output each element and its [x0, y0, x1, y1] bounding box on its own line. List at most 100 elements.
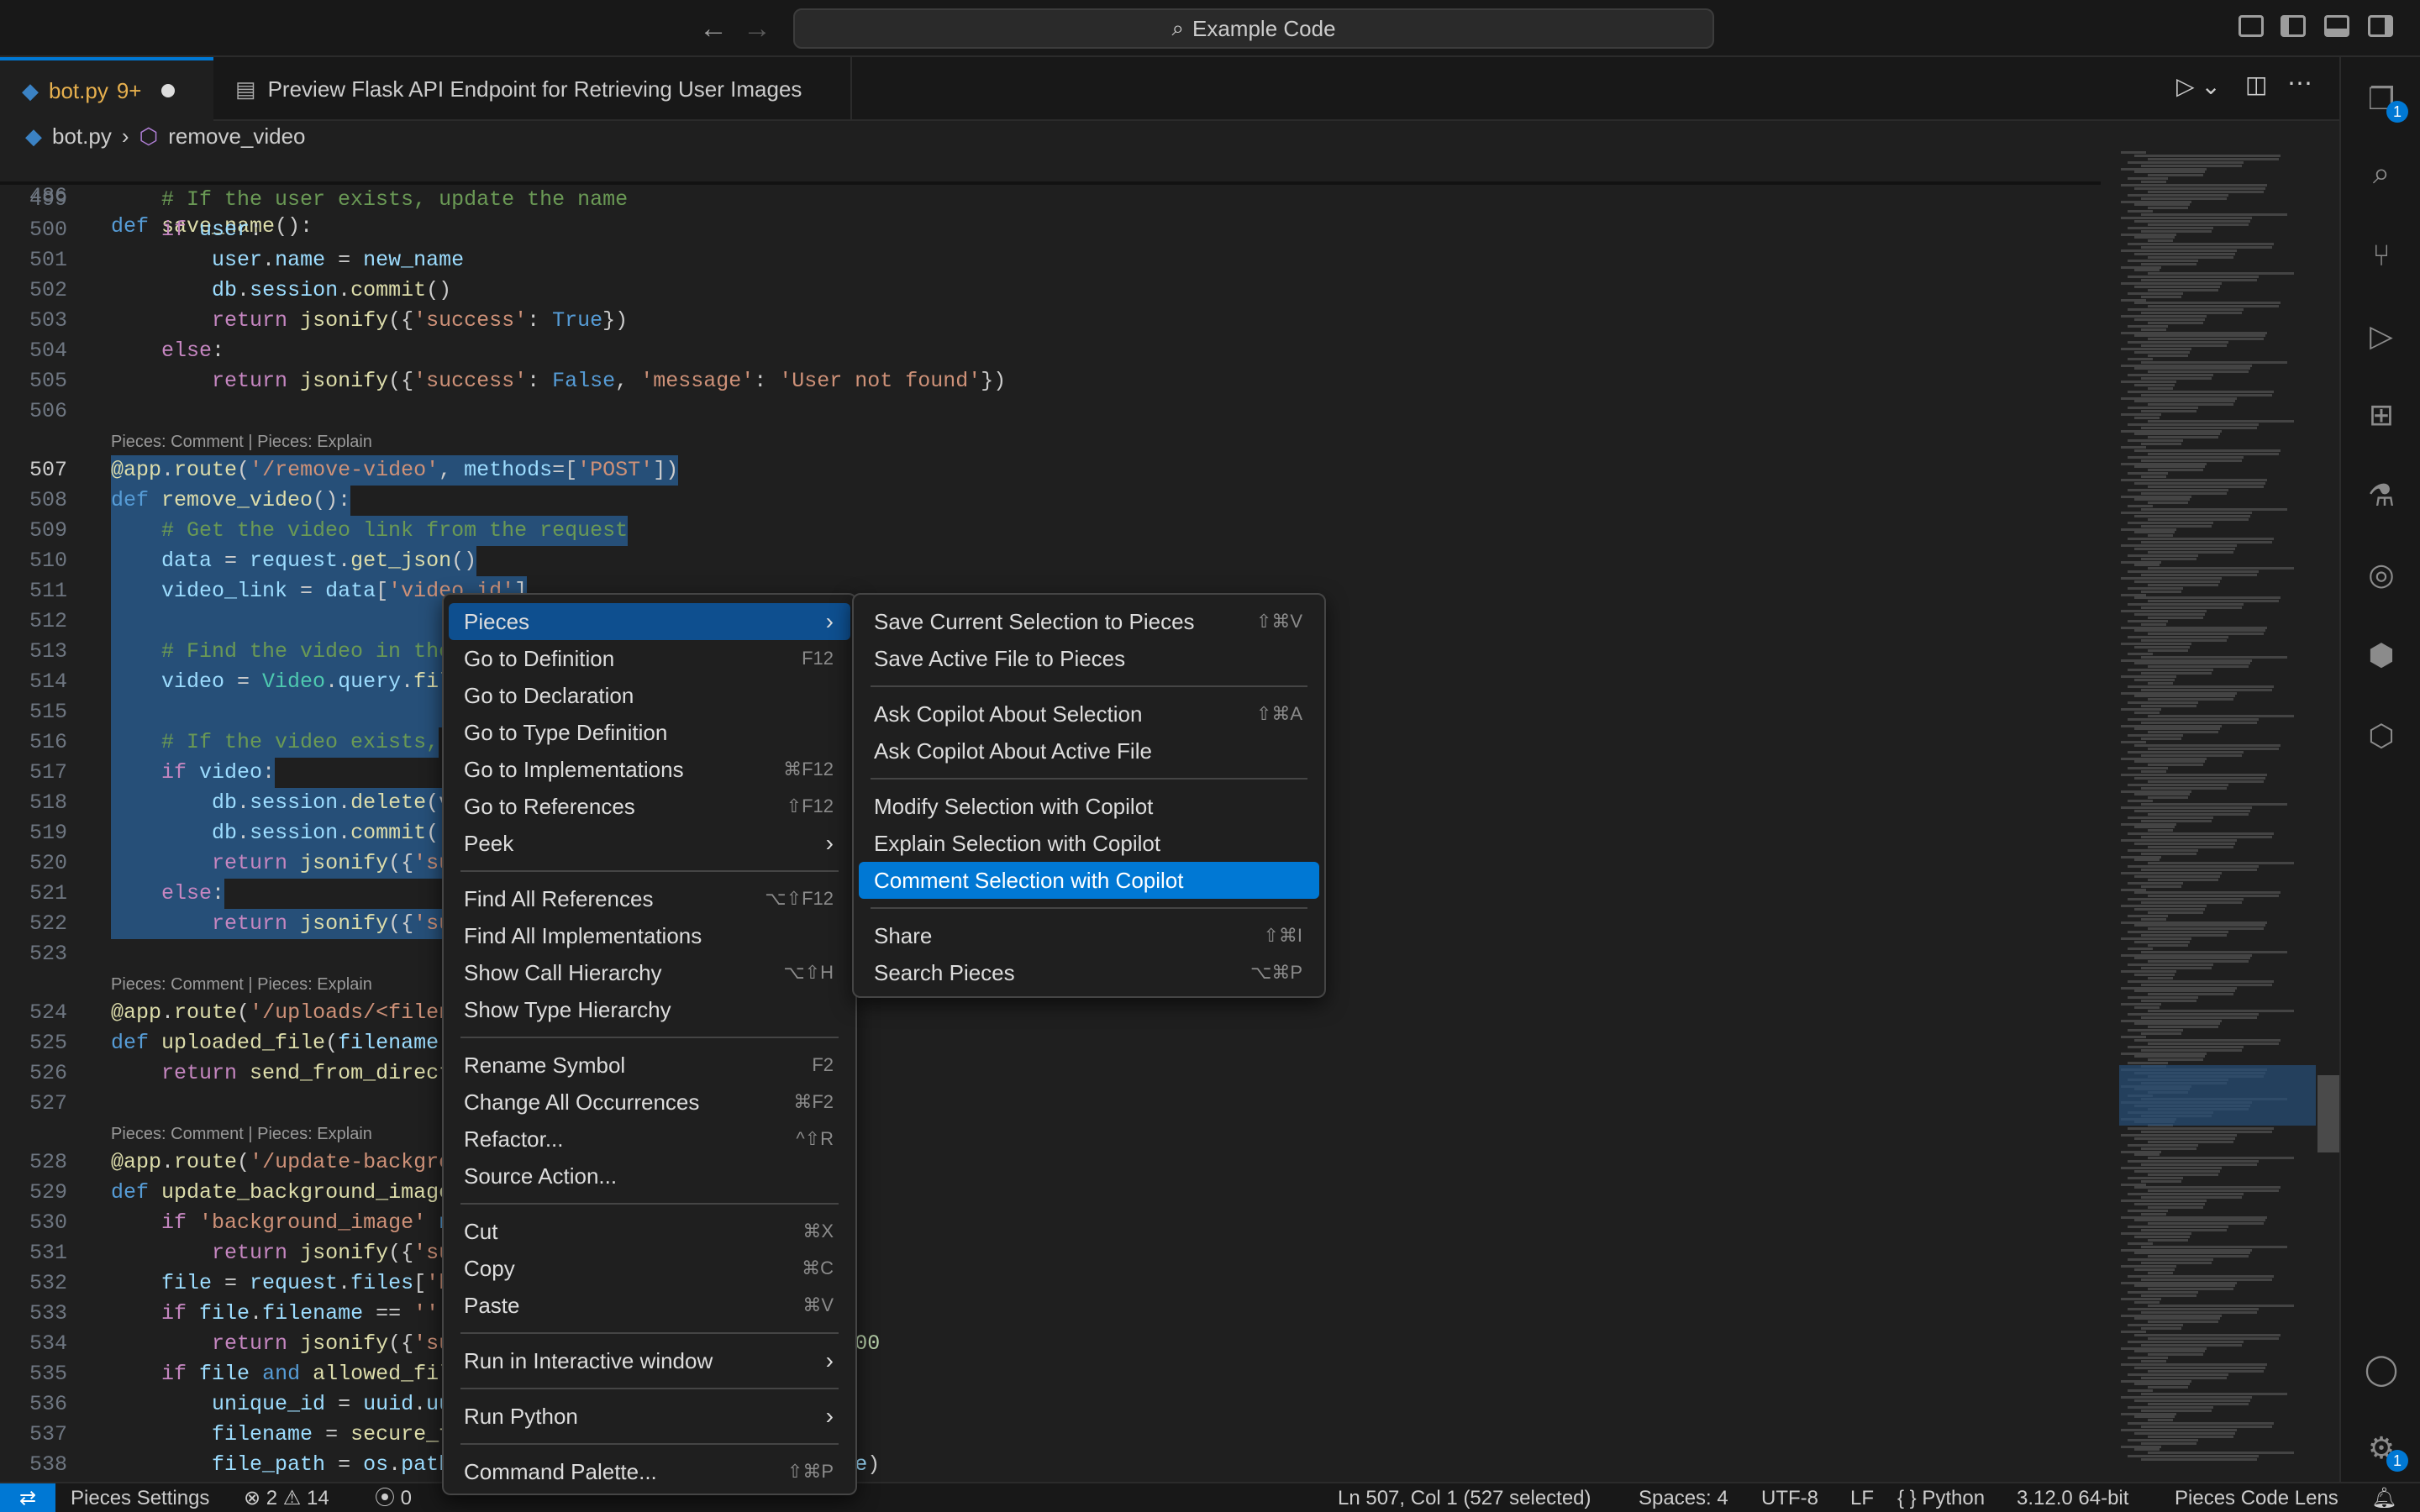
tab-preview[interactable]: ▤ Preview Flask API Endpoint for Retriev… — [213, 57, 852, 121]
pieces-icon[interactable]: ◎ — [2363, 556, 2400, 593]
menu-item-comment-selection-with-copilot[interactable]: Comment Selection with Copilot — [859, 862, 1319, 899]
menu-item-explain-selection-with-copilot[interactable]: Explain Selection with Copilot — [859, 825, 1319, 862]
split-editor-icon[interactable]: ◫ — [2245, 71, 2267, 98]
menu-item-peek[interactable]: Peek › — [449, 825, 850, 862]
code-line[interactable]: 505 return jsonify({'success': False, 'm… — [0, 366, 2101, 396]
menu-item-pieces[interactable]: Pieces › — [449, 603, 850, 640]
cursor-position[interactable]: Ln 507, Col 1 (527 selected) — [1338, 1483, 1591, 1512]
code-line[interactable]: 528 @app.route('/update-backgro — [0, 1147, 2101, 1178]
extensions-icon[interactable]: ⊞ — [2363, 396, 2400, 433]
menu-item-find-all-implementations[interactable]: Find All Implementations — [449, 917, 850, 954]
back-arrow-icon[interactable]: ← — [699, 12, 728, 45]
unsaved-dot-icon[interactable] — [161, 84, 176, 97]
forward-arrow-icon[interactable]: → — [743, 12, 771, 45]
menu-item-search-pieces[interactable]: Search Pieces ⌥⌘P — [859, 954, 1319, 991]
code-line[interactable]: 537 filename = secure_f me}") — [0, 1420, 2101, 1450]
breadcrumb-symbol[interactable]: remove_video — [168, 123, 305, 150]
menu-item-save-active-file-to-pieces[interactable]: Save Active File to Pieces — [859, 640, 1319, 677]
code-line[interactable]: 533 if file.filename == '': — [0, 1299, 2101, 1329]
menu-item-share[interactable]: Share ⇧⌘I — [859, 917, 1319, 954]
menu-item-show-call-hierarchy[interactable]: Show Call Hierarchy ⌥⇧H — [449, 954, 850, 991]
pieces-code-lens[interactable]: Pieces Code Lens — [2175, 1483, 2338, 1512]
code-line[interactable]: 504 else: — [0, 336, 2101, 366]
customize-layout-icon[interactable] — [2238, 15, 2264, 37]
search-icon[interactable]: ⌕ — [2363, 155, 2400, 192]
code-line[interactable]: 529 def update_background_image — [0, 1178, 2101, 1208]
pieces-drive-icon[interactable]: ⬡ — [2363, 717, 2400, 754]
problems-indicator[interactable]: ⊗ 2 ⚠ 14 — [244, 1483, 329, 1512]
sticky-scroll-line[interactable]: 486 def save_name(): — [0, 151, 2101, 239]
code-lens-label[interactable]: Pieces: Comment | Pieces: Explain — [111, 1119, 372, 1149]
encoding[interactable]: UTF-8 — [1761, 1483, 1818, 1512]
testing-icon[interactable]: ⚗ — [2363, 477, 2400, 514]
code-line[interactable]: 530 if 'background_image' n — [0, 1208, 2101, 1238]
code-line[interactable]: 534 return jsonify({'su cted file'}), 40… — [0, 1329, 2101, 1359]
code-lens-label[interactable]: Pieces: Comment | Pieces: Explain — [111, 969, 372, 1000]
menu-item-paste[interactable]: Paste ⌘V — [449, 1287, 850, 1324]
menu-item-copy[interactable]: Copy ⌘C — [449, 1250, 850, 1287]
notifications-bell-icon[interactable]: 🔔︎ — [2371, 1483, 2396, 1512]
menu-item-cut[interactable]: Cut ⌘X — [449, 1213, 850, 1250]
code-line[interactable]: 510 data = request.get_json() — [0, 546, 2101, 576]
run-debug-icon[interactable]: ▷ — [2363, 318, 2400, 354]
code-lens[interactable]: Pieces: Comment | Pieces: Explain — [0, 1119, 2101, 1149]
code-line[interactable]: 506 — [0, 396, 2101, 427]
menu-item-rename-symbol[interactable]: Rename Symbol F2 — [449, 1047, 850, 1084]
toggle-secondary-sidebar-icon[interactable] — [2368, 15, 2393, 37]
python-interpreter[interactable]: 3.12.0 64-bit — [2017, 1483, 2128, 1512]
menu-item-command-palette[interactable]: Command Palette... ⇧⌘P — [449, 1453, 850, 1490]
code-lens[interactable]: Pieces: Comment | Pieces: Explain — [0, 427, 2101, 457]
menu-item-save-current-selection-to-pieces[interactable]: Save Current Selection to Pieces ⇧⌘V — [859, 603, 1319, 640]
menu-item-go-to-references[interactable]: Go to References ⇧F12 — [449, 788, 850, 825]
indentation[interactable]: Spaces: 4 — [1639, 1483, 1728, 1512]
language-mode[interactable]: { } Python — [1897, 1483, 1985, 1512]
minimap[interactable] — [2118, 151, 2316, 1482]
code-line[interactable]: 531 return jsonify({'su part'}), 400 — [0, 1238, 2101, 1268]
breadcrumb-file[interactable]: bot.py — [52, 123, 112, 150]
toggle-primary-sidebar-icon[interactable] — [2281, 15, 2306, 37]
ports-indicator[interactable]: ⦿ 0 — [375, 1483, 412, 1512]
menu-item-go-to-type-definition[interactable]: Go to Type Definition — [449, 714, 850, 751]
menu-item-run-in-interactive-window[interactable]: Run in Interactive window › — [449, 1342, 850, 1379]
toggle-panel-icon[interactable] — [2324, 15, 2349, 37]
code-line[interactable]: 500 if user: — [0, 215, 2101, 245]
tab-bot-py[interactable]: ◆ bot.py 9+ — [0, 57, 213, 121]
code-line[interactable]: 532 file = request.files['b — [0, 1268, 2101, 1299]
menu-item-refactor[interactable]: Refactor... ^⇧R — [449, 1121, 850, 1158]
menu-item-find-all-references[interactable]: Find All References ⌥⇧F12 — [449, 880, 850, 917]
code-line[interactable]: 527 — [0, 1089, 2101, 1119]
menu-item-go-to-definition[interactable]: Go to Definition F12 — [449, 640, 850, 677]
menu-item-show-type-hierarchy[interactable]: Show Type Hierarchy — [449, 991, 850, 1028]
remote-indicator-icon[interactable]: ⇄ — [0, 1483, 55, 1512]
accounts-icon[interactable]: ◯ — [2363, 1351, 2400, 1388]
code-line[interactable]: 536 unique_id = uuid.uu — [0, 1389, 2101, 1420]
editor-scrollbar[interactable] — [2317, 1075, 2339, 1152]
more-actions-icon[interactable]: ⋯ — [2287, 69, 2312, 98]
code-line[interactable]: 508 def remove_video(): — [0, 486, 2101, 516]
menu-item-modify-selection-with-copilot[interactable]: Modify Selection with Copilot — [859, 788, 1319, 825]
code-line[interactable]: 525 def uploaded_file(filename) — [0, 1028, 2101, 1058]
pieces-settings[interactable]: Pieces Settings — [71, 1483, 209, 1512]
code-line[interactable]: 538 file_path = os.path DEST'], filename… — [0, 1450, 2101, 1480]
menu-item-change-all-occurrences[interactable]: Change All Occurrences ⌘F2 — [449, 1084, 850, 1121]
menu-item-go-to-implementations[interactable]: Go to Implementations ⌘F12 — [449, 751, 850, 788]
pieces-copilot-icon[interactable]: ⬢ — [2363, 637, 2400, 674]
menu-item-ask-copilot-about-selection[interactable]: Ask Copilot About Selection ⇧⌘A — [859, 696, 1319, 732]
source-control-icon[interactable]: ⑂ — [2363, 237, 2400, 274]
command-center-search[interactable]: ⌕ Example Code — [793, 8, 1714, 49]
code-lens-label[interactable]: Pieces: Comment | Pieces: Explain — [111, 427, 372, 457]
menu-item-source-action[interactable]: Source Action... — [449, 1158, 850, 1194]
menu-item-run-python[interactable]: Run Python › — [449, 1398, 850, 1435]
code-line[interactable]: 526 return send_from_direct ST'], filena… — [0, 1058, 2101, 1089]
code-line[interactable]: 524 @app.route('/uploads/<filen — [0, 998, 2101, 1028]
end-of-line[interactable]: LF — [1850, 1483, 1874, 1512]
code-line[interactable]: 503 return jsonify({'success': True}) — [0, 306, 2101, 336]
code-line[interactable]: 501 user.name = new_name — [0, 245, 2101, 276]
menu-item-go-to-declaration[interactable]: Go to Declaration — [449, 677, 850, 714]
run-python-icon[interactable]: ▷ ⌄ — [2176, 72, 2221, 100]
code-line[interactable]: 535 if file and allowed_fil — [0, 1359, 2101, 1389]
code-line[interactable]: 502 db.session.commit() — [0, 276, 2101, 306]
menu-item-ask-copilot-about-active-file[interactable]: Ask Copilot About Active File — [859, 732, 1319, 769]
code-line[interactable]: 509 # Get the video link from the reques… — [0, 516, 2101, 546]
code-line[interactable]: 507 @app.route('/remove-video', methods=[… — [0, 455, 2101, 486]
